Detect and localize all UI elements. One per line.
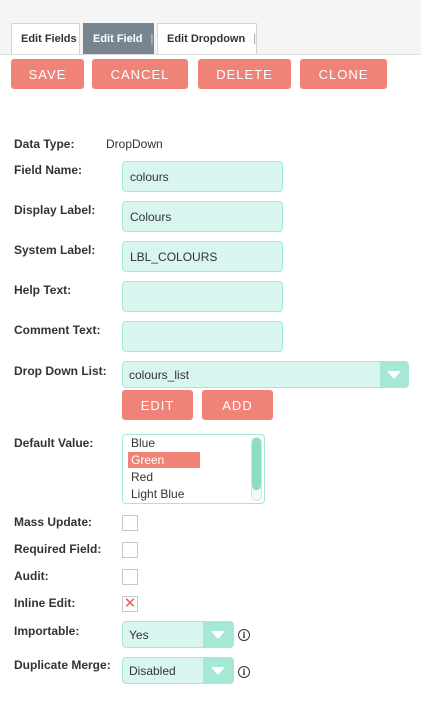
chevron-down-icon[interactable] — [203, 658, 233, 683]
clone-button[interactable]: CLONE — [300, 59, 387, 89]
list-option-red[interactable]: Red — [128, 469, 200, 485]
list-option-green[interactable]: Green — [128, 452, 200, 468]
edit-list-button[interactable]: EDIT — [122, 390, 193, 420]
inline-edit-checkbox[interactable]: ✕ — [122, 596, 138, 612]
drop-down-list-label: Drop Down List: — [14, 364, 107, 378]
duplicate-merge-value: Disabled — [129, 663, 176, 678]
display-label-label: Display Label: — [14, 203, 96, 217]
tab-label: Edit Fields — [21, 33, 77, 45]
scrollbar-thumb[interactable] — [252, 438, 261, 490]
drop-down-list-value: colours_list — [129, 367, 190, 382]
importable-select[interactable]: Yes — [122, 621, 234, 648]
chevron-down-icon[interactable] — [380, 362, 408, 387]
system-label-label: System Label: — [14, 243, 96, 257]
inline-edit-label: Inline Edit: — [14, 596, 76, 610]
help-text-label: Help Text: — [14, 283, 72, 297]
comment-text-label: Comment Text: — [14, 323, 101, 337]
duplicate-merge-select[interactable]: Disabled — [122, 657, 234, 684]
default-value-label: Default Value: — [14, 436, 94, 450]
mass-update-checkbox[interactable] — [122, 515, 138, 531]
required-field-checkbox[interactable] — [122, 542, 138, 558]
chevron-down-icon[interactable] — [203, 622, 233, 647]
display-label-input[interactable]: Colours — [122, 201, 283, 232]
field-name-label: Field Name: — [14, 163, 83, 177]
system-label-input[interactable]: LBL_COLOURS — [122, 241, 283, 272]
mass-update-label: Mass Update: — [14, 515, 93, 529]
field-name-input[interactable]: colours — [122, 161, 283, 192]
cancel-button[interactable]: CANCEL — [92, 59, 188, 89]
default-value-listbox[interactable]: Blue Green Red Light Blue — [122, 434, 265, 504]
list-option-light-blue[interactable]: Light Blue — [128, 486, 200, 502]
data-type-value: DropDown — [106, 137, 163, 151]
tab-label: Edit Field — [93, 33, 143, 45]
audit-label: Audit: — [14, 569, 49, 583]
info-icon[interactable]: i — [238, 629, 250, 641]
tab-edit-field[interactable]: Edit Field | | — [83, 23, 163, 54]
list-option-blue[interactable]: Blue — [128, 435, 200, 451]
tab-edit-fields[interactable]: Edit Fields — [11, 23, 80, 54]
required-field-label: Required Field: — [14, 542, 102, 556]
x-mark-icon: ✕ — [123, 595, 137, 612]
drop-down-list-select[interactable]: colours_list — [122, 361, 409, 388]
importable-value: Yes — [129, 627, 149, 642]
tab-label: Edit Dropdown — [167, 33, 246, 45]
save-button[interactable]: SAVE — [11, 59, 84, 89]
audit-checkbox[interactable] — [122, 569, 138, 585]
tab-separator: | — [253, 33, 259, 45]
info-icon[interactable]: i — [238, 666, 250, 678]
tab-edit-dropdown[interactable]: Edit Dropdown | — [157, 23, 257, 54]
delete-button[interactable]: DELETE — [198, 59, 291, 89]
add-list-button[interactable]: ADD — [202, 390, 273, 420]
duplicate-merge-label: Duplicate Merge: — [14, 658, 111, 672]
top-strip — [0, 0, 421, 14]
help-text-input[interactable] — [122, 281, 283, 312]
listbox-scrollbar[interactable] — [251, 437, 262, 501]
importable-label: Importable: — [14, 624, 80, 638]
comment-text-input[interactable] — [122, 321, 283, 352]
data-type-label: Data Type: — [14, 137, 75, 151]
